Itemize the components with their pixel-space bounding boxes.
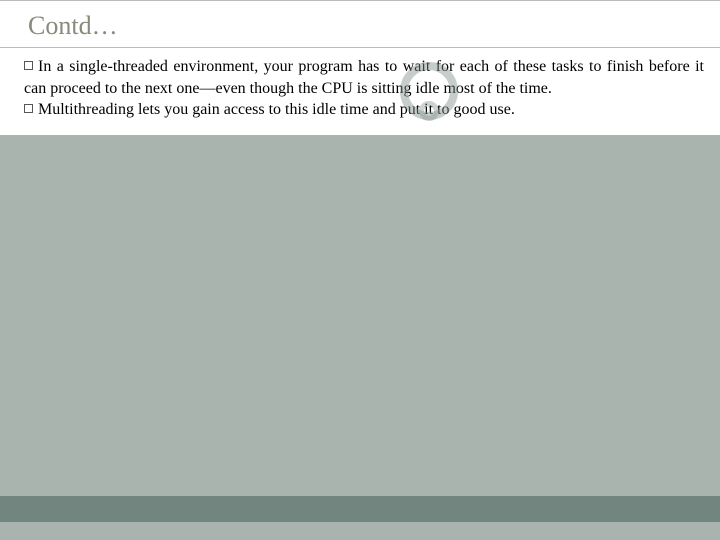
square-bullet-icon (24, 104, 33, 113)
slide-header: Contd… (0, 0, 720, 48)
slide: Contd… In a single-threaded environment,… (0, 0, 720, 540)
bullet-item: Multithreading lets you gain access to t… (24, 99, 704, 121)
bullet-text: In a single-threaded environment, your p… (24, 58, 704, 97)
slide-title: Contd… (28, 11, 692, 41)
footer-bar (0, 496, 720, 522)
bullet-item: In a single-threaded environment, your p… (24, 56, 704, 99)
bullet-text: Multithreading lets you gain access to t… (38, 101, 515, 118)
slide-body: In a single-threaded environment, your p… (0, 48, 720, 135)
square-bullet-icon (24, 61, 33, 70)
